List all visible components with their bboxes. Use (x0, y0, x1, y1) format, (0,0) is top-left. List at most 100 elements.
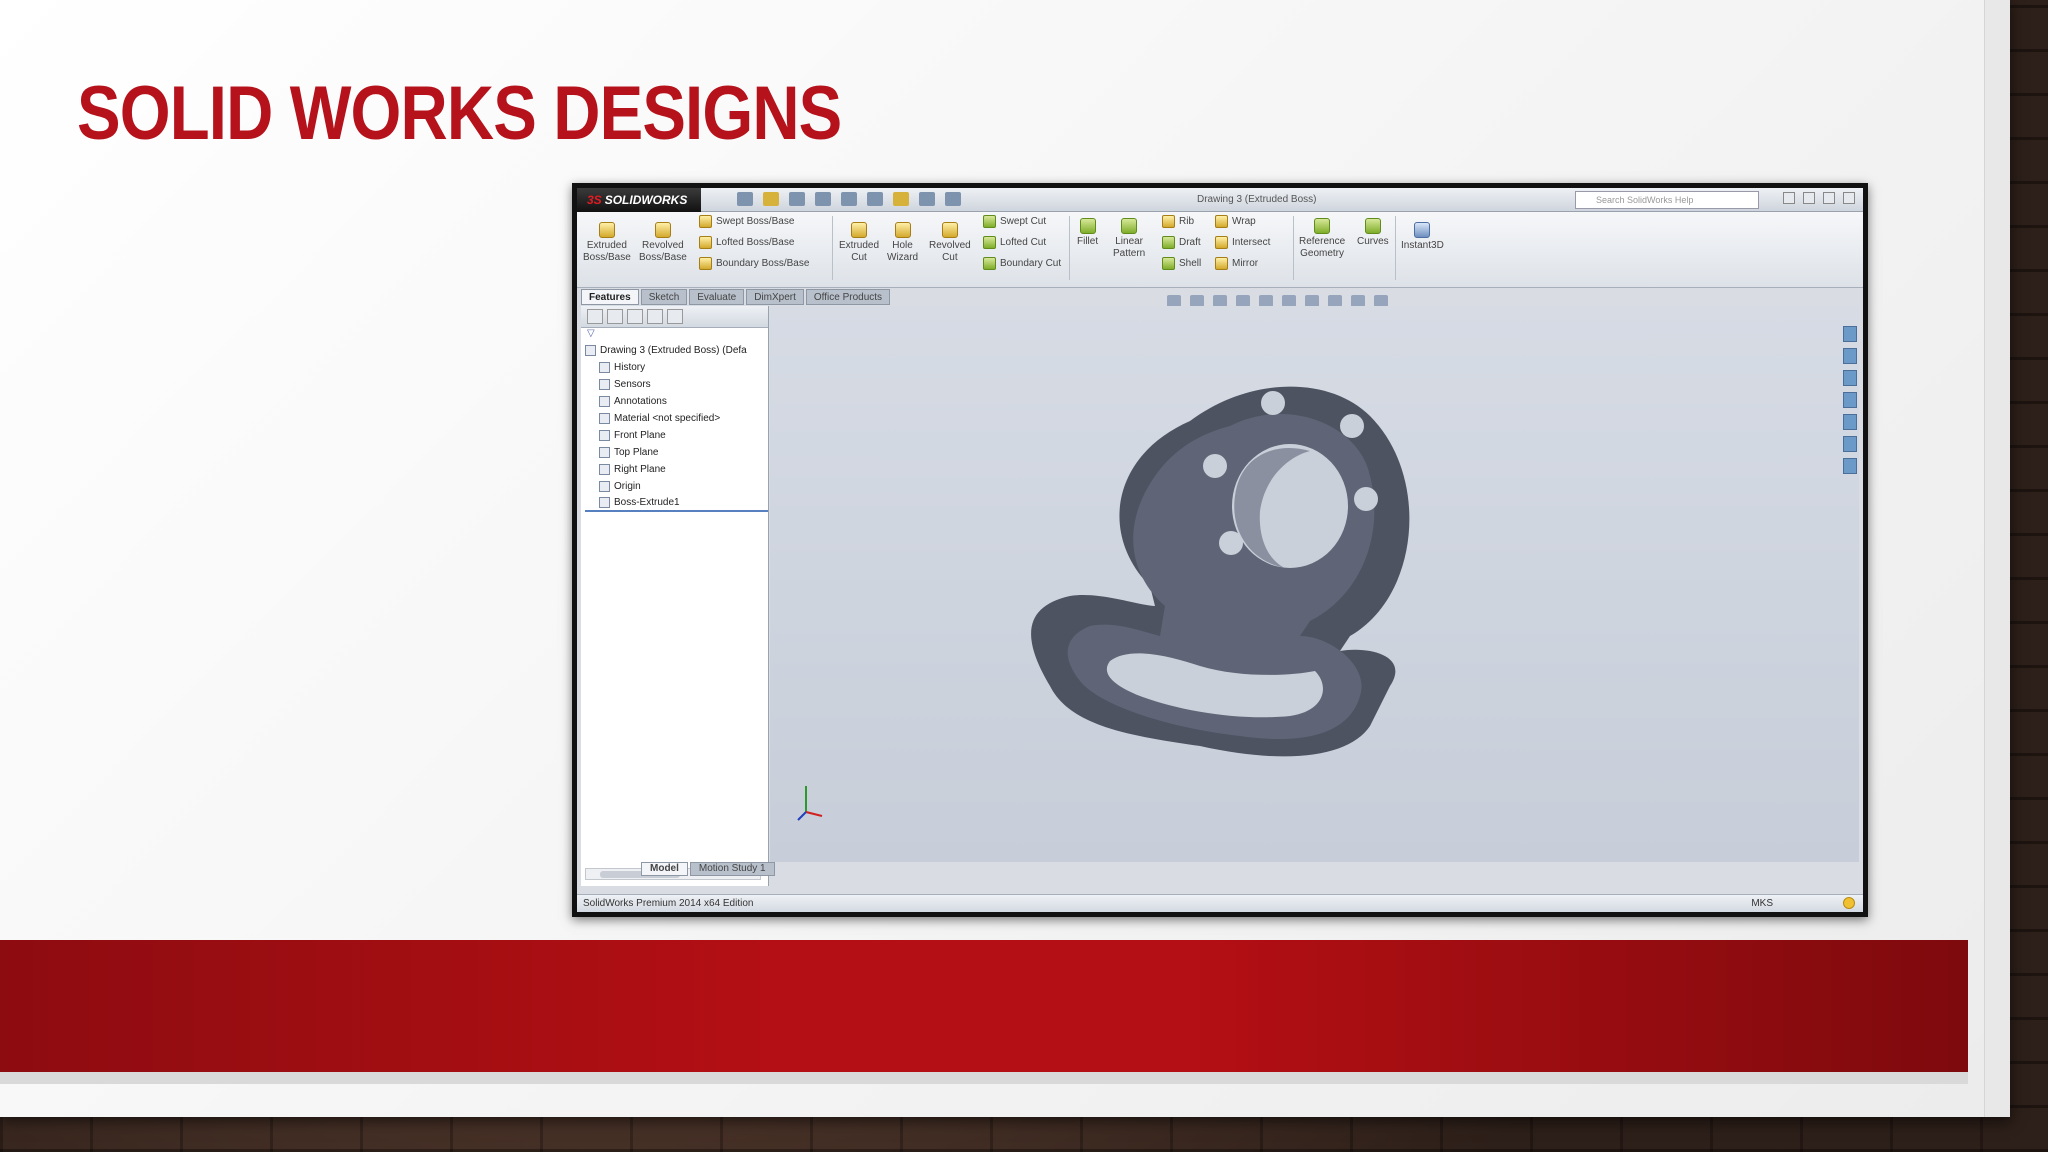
curves-button[interactable]: Curves (1357, 218, 1389, 248)
swept-boss-button[interactable]: Swept Boss/Base (699, 215, 794, 228)
select-icon[interactable] (867, 192, 883, 206)
tree-item-top-plane[interactable]: Top Plane (585, 444, 768, 461)
resources-icon[interactable] (1843, 326, 1857, 342)
rib-button[interactable]: Rib (1162, 215, 1194, 228)
boundary-cut-button[interactable]: Boundary Cut (983, 257, 1061, 270)
lofted-boss-icon (699, 236, 712, 249)
extruded-boss-button[interactable]: Extruded Boss/Base (583, 222, 631, 264)
custom-properties-icon[interactable] (1843, 436, 1857, 452)
print-icon[interactable] (815, 192, 831, 206)
lofted-boss-button[interactable]: Lofted Boss/Base (699, 236, 794, 249)
divider (832, 216, 833, 280)
tree-item-boss-extrude1[interactable]: Boss-Extrude1 (585, 495, 768, 512)
view-palette-icon[interactable] (1843, 392, 1857, 408)
tree-label: Sensors (614, 379, 651, 390)
appearances-icon[interactable] (1843, 414, 1857, 430)
label: Pattern (1113, 248, 1146, 259)
minimize-button[interactable] (1803, 192, 1815, 204)
design-library-icon[interactable] (1843, 348, 1857, 364)
extruded-boss-icon (598, 222, 615, 238)
draft-button[interactable]: Draft (1162, 236, 1201, 249)
label: Mirror (1232, 258, 1259, 269)
options-icon[interactable] (945, 192, 961, 206)
divider (1395, 216, 1396, 280)
graphics-area[interactable] (770, 306, 1859, 862)
feature-manager-tab-icon[interactable] (587, 309, 603, 324)
new-document-icon[interactable] (737, 192, 753, 206)
tab-model[interactable]: Model (641, 862, 688, 876)
tree-item-right-plane[interactable]: Right Plane (585, 461, 768, 478)
revolved-cut-icon (941, 222, 958, 238)
shell-button[interactable]: Shell (1162, 257, 1201, 270)
solidworks-logo[interactable]: 3S SOLIDWORKS (577, 188, 701, 212)
bolt-hole (1354, 487, 1378, 511)
help-bulb-icon[interactable] (1843, 897, 1855, 909)
file-properties-icon[interactable] (919, 192, 935, 206)
wrap-button[interactable]: Wrap (1215, 215, 1256, 228)
history-icon (599, 362, 610, 373)
revolved-cut-button[interactable]: Revolved Cut (929, 222, 971, 264)
dimxpert-manager-tab-icon[interactable] (647, 309, 663, 324)
reference-geometry-button[interactable]: Reference Geometry (1299, 218, 1345, 260)
display-manager-tab-icon[interactable] (667, 309, 683, 324)
boundary-boss-button[interactable]: Boundary Boss/Base (699, 257, 809, 270)
divider (1293, 216, 1294, 280)
forum-icon[interactable] (1843, 458, 1857, 474)
extruded-cut-button[interactable]: Extruded Cut (839, 222, 879, 264)
label: Curves (1357, 236, 1389, 247)
configuration-manager-tab-icon[interactable] (627, 309, 643, 324)
lofted-cut-icon (983, 236, 996, 249)
tab-evaluate[interactable]: Evaluate (689, 289, 745, 305)
label: Wizard (887, 252, 919, 263)
save-icon[interactable] (789, 192, 805, 206)
filter-icon[interactable]: ▽ (581, 328, 768, 342)
footer-light-strip (0, 1072, 1968, 1084)
linear-pattern-button[interactable]: Linear Pattern (1113, 218, 1145, 260)
tree-root[interactable]: Drawing 3 (Extruded Boss) (Defa (585, 342, 768, 359)
instant3d-button[interactable]: Instant3D (1401, 222, 1444, 252)
slide-title: SOLID WORKS DESIGNS (77, 71, 842, 156)
tree-item-front-plane[interactable]: Front Plane (585, 427, 768, 444)
tab-motion-study[interactable]: Motion Study 1 (689, 862, 775, 876)
tree-label: Material <not specified> (614, 413, 721, 424)
swept-cut-button[interactable]: Swept Cut (983, 215, 1046, 228)
title-bar: 3S SOLIDWORKS Drawing 3 (Extruded Boss) … (577, 188, 1863, 212)
sensors-icon (599, 379, 610, 390)
label: Swept Cut (1000, 216, 1047, 227)
restore-button[interactable] (1823, 192, 1835, 204)
undo-icon[interactable] (841, 192, 857, 206)
plane-icon (599, 447, 610, 458)
open-folder-icon[interactable] (763, 192, 779, 206)
hole-wizard-button[interactable]: Hole Wizard (887, 222, 918, 264)
tree-item-history[interactable]: History (585, 359, 768, 376)
label: Revolved (642, 240, 684, 251)
tree-item-material[interactable]: Material <not specified> (585, 410, 768, 427)
help-icon[interactable] (1783, 192, 1795, 204)
rebuild-icon[interactable] (893, 192, 909, 206)
quick-access-toolbar (737, 192, 961, 206)
tab-features[interactable]: Features (581, 289, 639, 305)
units-selector[interactable]: MKS (1751, 898, 1773, 909)
tree-item-origin[interactable]: Origin (585, 478, 768, 495)
ds-brand-mark: 3S (587, 193, 602, 207)
label: Revolved (929, 240, 971, 251)
swept-boss-icon (699, 215, 712, 228)
property-manager-tab-icon[interactable] (607, 309, 623, 324)
window-controls (1783, 192, 1855, 204)
intersect-button[interactable]: Intersect (1215, 236, 1270, 249)
draft-icon (1162, 236, 1175, 249)
tab-dimxpert[interactable]: DimXpert (746, 289, 804, 305)
mirror-button[interactable]: Mirror (1215, 257, 1258, 270)
tree-item-annotations[interactable]: Annotations (585, 393, 768, 410)
close-button[interactable] (1843, 192, 1855, 204)
tree-item-sensors[interactable]: Sensors (585, 376, 768, 393)
fillet-button[interactable]: Fillet (1077, 218, 1098, 248)
label: Swept Boss/Base (716, 216, 795, 227)
revolved-boss-button[interactable]: Revolved Boss/Base (639, 222, 687, 264)
intersect-icon (1215, 236, 1228, 249)
help-search-input[interactable]: Search SolidWorks Help (1575, 191, 1759, 209)
lofted-cut-button[interactable]: Lofted Cut (983, 236, 1046, 249)
tab-sketch[interactable]: Sketch (640, 289, 688, 305)
file-explorer-icon[interactable] (1843, 370, 1857, 386)
tab-office-products[interactable]: Office Products (805, 289, 891, 305)
